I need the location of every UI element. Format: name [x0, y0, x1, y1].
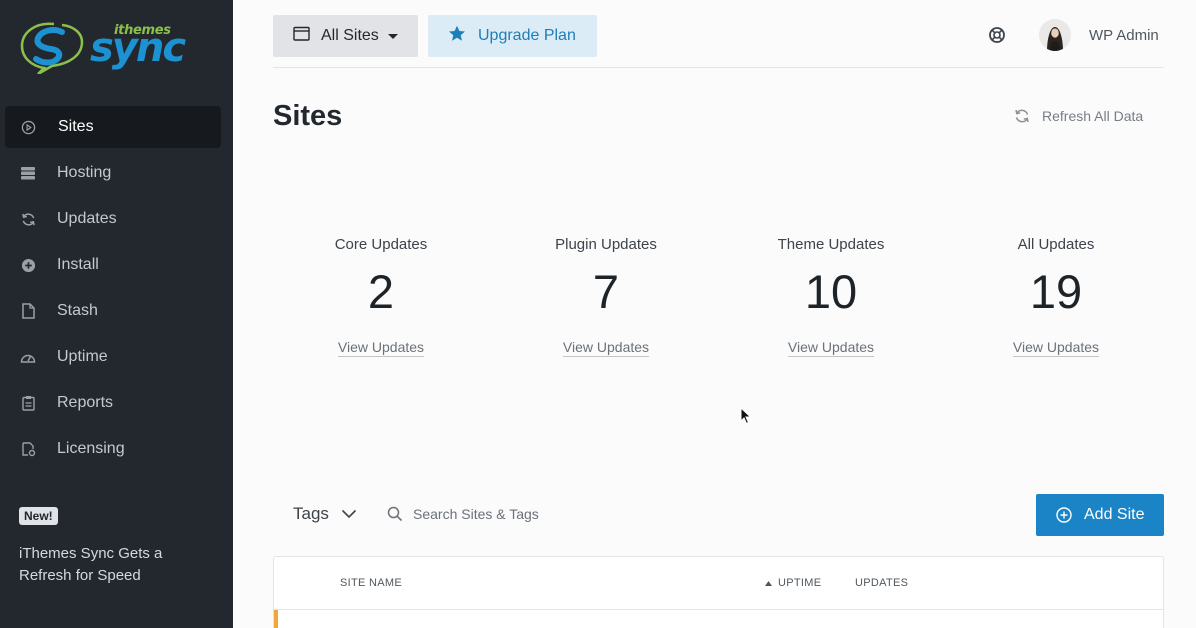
column-header-site-name[interactable]: SITE NAME: [340, 577, 402, 589]
document-icon: [20, 303, 36, 319]
gauge-icon: [20, 349, 36, 365]
tags-label: Tags: [293, 504, 329, 523]
sidebar-item-licensing[interactable]: Licensing: [0, 426, 233, 472]
refresh-all-data-button[interactable]: Refresh All Data: [1014, 108, 1143, 124]
stat-value: 10: [804, 265, 858, 318]
sidebar-item-label: Install: [57, 256, 99, 273]
sidebar-item-hosting[interactable]: Hosting: [0, 150, 233, 196]
sidebar-item-label: Hosting: [57, 164, 112, 181]
tags-dropdown[interactable]: Tags: [293, 504, 357, 524]
column-header-updates[interactable]: UPDATES: [855, 577, 908, 589]
stat-label: Plugin Updates: [555, 236, 657, 253]
sidebar-item-install[interactable]: Install: [0, 242, 233, 288]
stat-all-updates: All Updates 19 View Updates: [956, 236, 1156, 357]
new-badge: New!: [19, 507, 58, 525]
search-sites-tags[interactable]: [387, 503, 687, 525]
view-updates-link[interactable]: View Updates: [337, 339, 425, 357]
sidebar-item-updates[interactable]: Updates: [0, 196, 233, 242]
search-icon: [387, 506, 403, 522]
clipboard-icon: [20, 395, 36, 411]
stat-value: 19: [1029, 265, 1083, 318]
calendar-icon: [293, 26, 310, 46]
view-updates-link[interactable]: View Updates: [562, 339, 650, 357]
sidebar-item-label: Reports: [57, 394, 114, 411]
page-title: Sites: [273, 100, 343, 132]
user-name[interactable]: WP Admin: [1089, 27, 1159, 44]
sidebar-item-label: Sites: [58, 118, 94, 135]
stat-label: All Updates: [1017, 236, 1095, 253]
caret-down-icon: [387, 33, 398, 39]
stat-plugin-updates: Plugin Updates 7 View Updates: [506, 236, 706, 357]
upgrade-plan-button[interactable]: Upgrade Plan: [428, 15, 597, 57]
mouse-cursor-icon: [740, 407, 752, 425]
top-bar: All Sites Upgrade Plan WP Admin: [273, 14, 1164, 68]
sidebar-item-label: Licensing: [57, 440, 125, 457]
view-updates-link[interactable]: View Updates: [1012, 339, 1100, 357]
help-lifebuoy-icon[interactable]: [988, 26, 1006, 44]
add-site-label: Add Site: [1084, 506, 1145, 523]
user-avatar[interactable]: [1039, 19, 1071, 51]
sidebar-item-uptime[interactable]: Uptime: [0, 334, 233, 380]
add-site-button[interactable]: Add Site: [1036, 494, 1164, 536]
ithemes-sync-logo[interactable]: ithemes sync: [18, 18, 188, 74]
all-sites-label: All Sites: [321, 27, 379, 44]
sidebar-item-label: Uptime: [57, 348, 108, 365]
stat-value: 7: [592, 265, 620, 318]
license-icon: [20, 441, 36, 457]
sidebar-item-label: Updates: [57, 210, 117, 227]
server-icon: [20, 165, 36, 181]
sidebar-item-sites[interactable]: Sites: [5, 106, 221, 148]
sidebar: ithemes sync Sites Hosting Updates Insta…: [0, 0, 233, 628]
sync-swirl-icon: [20, 22, 84, 74]
sidebar-item-reports[interactable]: Reports: [0, 380, 233, 426]
play-circle-icon: [20, 119, 36, 135]
sidebar-item-label: Stash: [57, 302, 98, 319]
column-header-label: UPTIME: [778, 577, 822, 589]
logo-wordmark-sync: sync: [90, 25, 186, 71]
plus-circle-icon: [20, 257, 36, 273]
table-row[interactable]: [274, 609, 1163, 628]
column-header-uptime[interactable]: UPTIME: [765, 577, 821, 589]
refresh-all-data-label: Refresh All Data: [1042, 108, 1144, 124]
refresh-icon: [20, 211, 36, 227]
stat-label: Core Updates: [334, 236, 428, 253]
upgrade-plan-label: Upgrade Plan: [478, 27, 576, 44]
sites-table: SITE NAME UPTIME UPDATES: [273, 556, 1164, 628]
stat-core-updates: Core Updates 2 View Updates: [281, 236, 481, 357]
search-input[interactable]: [413, 506, 673, 522]
stat-theme-updates: Theme Updates 10 View Updates: [731, 236, 931, 357]
stat-value: 2: [367, 265, 395, 318]
stat-label: Theme Updates: [777, 236, 885, 253]
chevron-down-icon: [341, 509, 356, 519]
refresh-icon: [1015, 109, 1029, 123]
sidebar-nav: Sites Hosting Updates Install Stash Upti…: [0, 104, 233, 472]
view-updates-link[interactable]: View Updates: [787, 339, 875, 357]
sort-ascending-icon: [765, 580, 772, 586]
sidebar-item-stash[interactable]: Stash: [0, 288, 233, 334]
promo-link[interactable]: iThemes Sync Gets a Refresh for Speed: [19, 543, 209, 587]
row-status-indicator: [274, 610, 278, 628]
plus-circle-icon: [1056, 507, 1072, 523]
all-sites-dropdown[interactable]: All Sites: [273, 15, 418, 57]
star-icon: [448, 25, 466, 47]
